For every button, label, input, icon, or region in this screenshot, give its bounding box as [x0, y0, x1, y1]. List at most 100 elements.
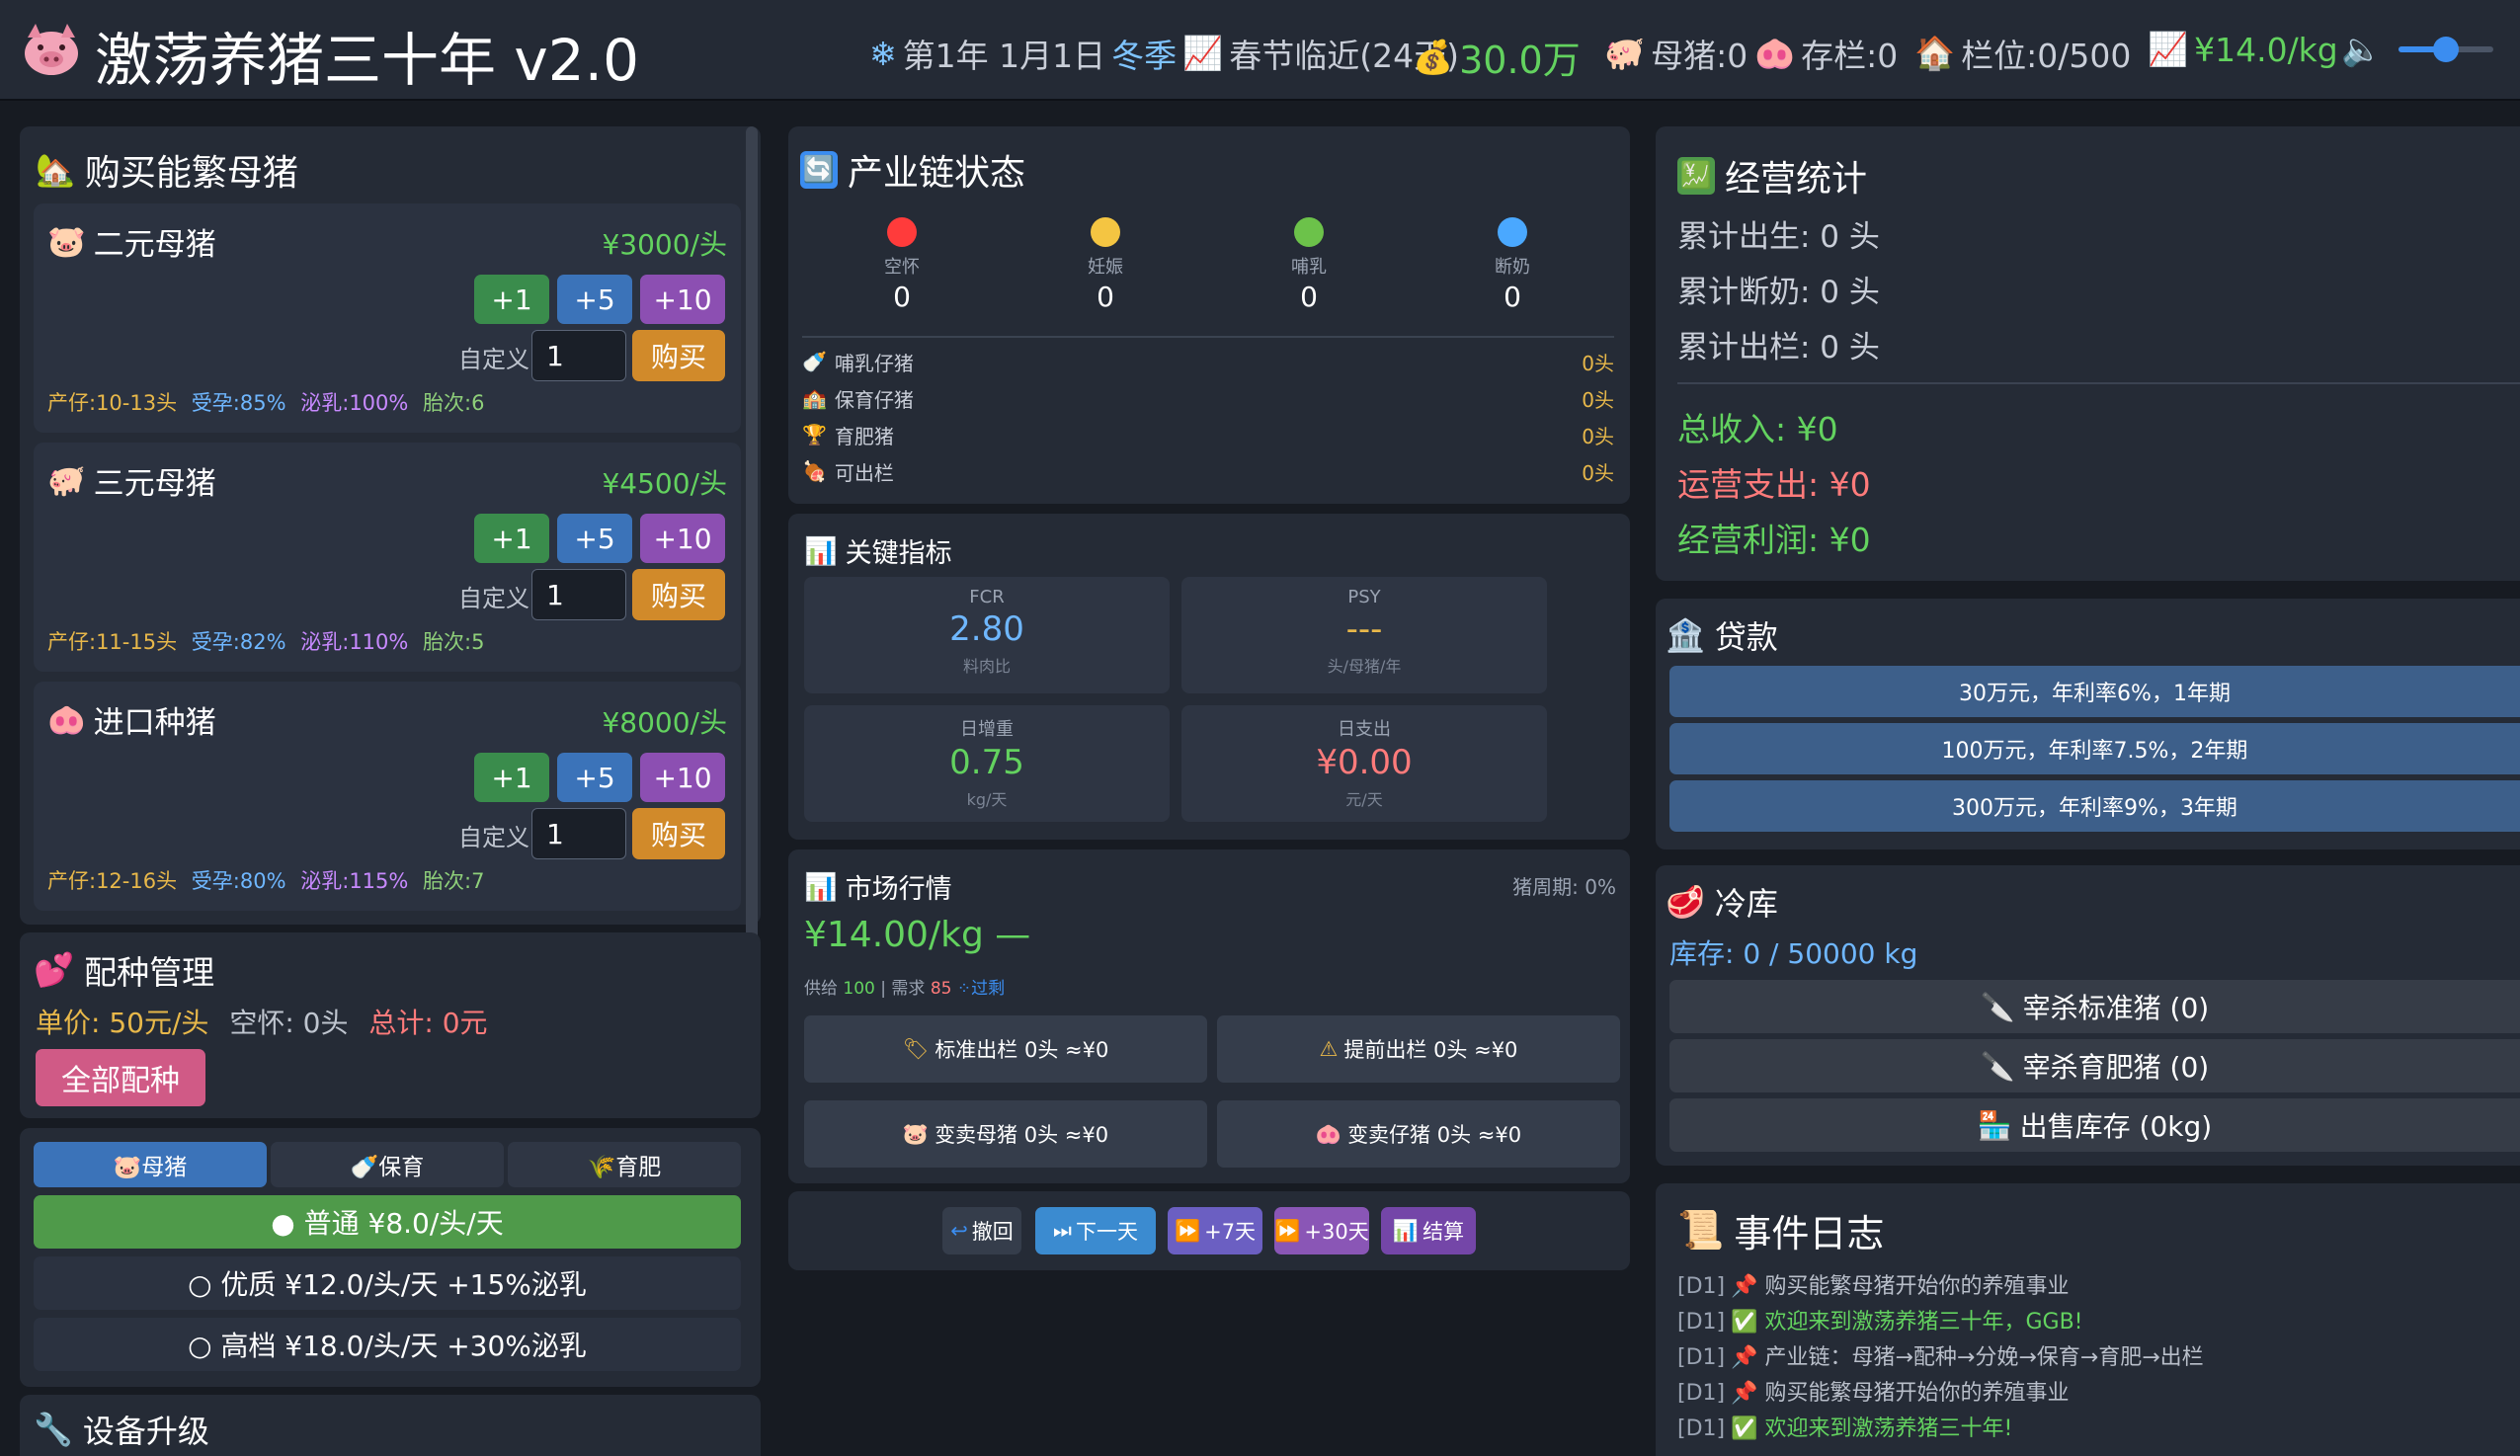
sow-conception: 受孕:82% [191, 630, 286, 654]
buy-button[interactable]: 购买 [632, 569, 725, 620]
sow-count: 🐖 母猪:0 [1604, 30, 1748, 77]
tab-sow-feed[interactable]: 🐷母猪 [34, 1142, 267, 1187]
event-log-title-text: 事件日志 [1734, 1212, 1885, 1255]
stage-4: 断奶 0 [1453, 217, 1572, 313]
knife-icon: 🔪 [1980, 990, 2015, 1023]
meat-icon: 🥩 [1666, 883, 1705, 921]
supply-demand: 供给 100 | 需求 85 ⁘过剩 [804, 974, 1005, 999]
supply-label: 供给 [804, 979, 838, 999]
nursery-icon: 🏫 [802, 386, 827, 410]
chain-row-value: 0头 [1582, 460, 1614, 485]
custom-quantity-input[interactable]: 1 [531, 330, 626, 381]
heart-icon: 💕 [34, 950, 75, 989]
breed-all-button[interactable]: 全部配种 [36, 1049, 205, 1106]
buy-plus-5-button[interactable]: +5 [557, 514, 632, 563]
sow-name: 🐷 二元母猪 [47, 219, 216, 264]
loan-option-300w[interactable]: 300万元，年利率9%，3年期 [1669, 780, 2520, 832]
sell-stock-label: 出售库存 (0kg) [2019, 1110, 2213, 1143]
sell-stock-button[interactable]: 🏪 出售库存 (0kg) [1669, 1098, 2520, 1152]
sow-lactation: 泌乳:100% [300, 391, 409, 415]
sell-piglets-button[interactable]: 🐽 变卖仔猪 0头 ≈¥0 [1217, 1100, 1620, 1168]
buy-plus-1-button[interactable]: +1 [474, 753, 549, 802]
scroll-icon: 📜 [1677, 1208, 1725, 1252]
plus-30-label: +30天 [1304, 1220, 1369, 1244]
buy-plus-1-button[interactable]: +1 [474, 514, 549, 563]
sow-parity: 胎次:6 [423, 391, 485, 415]
pig-nose-icon: 🐽 [1754, 34, 1796, 72]
standard-sale-button[interactable]: 🏷 标准出栏 0头 ≈¥0 [804, 1015, 1207, 1083]
buy-plus-10-button[interactable]: +10 [640, 275, 725, 324]
stat-weaned: 累计断奶: 0 头 [1677, 275, 1880, 310]
stage-label: 空怀 [884, 257, 920, 278]
sow-litter: 产仔:12-16头 [47, 869, 178, 893]
standard-sale-label: 标准出栏 0头 ≈¥0 [935, 1038, 1109, 1062]
loan-option-100w[interactable]: 100万元，年利率7.5%，2年期 [1669, 723, 2520, 774]
cold-storage-title: 🥩 冷库 [1666, 879, 1778, 925]
feed-option-quality[interactable]: ○ 优质 ¥12.0/头/天 +15%泌乳 [34, 1256, 741, 1310]
bank-icon: 🏦 [1666, 616, 1705, 654]
date-text: 第1年 1月1日 [902, 37, 1106, 75]
buy-plus-10-button[interactable]: +10 [640, 514, 725, 563]
supply-value: 100 [843, 979, 875, 999]
log-day: [D1] [1677, 1345, 1726, 1370]
slaughter-fattening-button[interactable]: 🔪 宰杀育肥猪 (0) [1669, 1039, 2520, 1092]
volume-handle[interactable] [2433, 37, 2459, 62]
stage-value: 0 [893, 281, 911, 313]
kpi-label: PSY [1347, 587, 1381, 607]
price-display: 📈 ¥14.0/kg [2148, 30, 2338, 69]
equipment-title[interactable]: 🔧 设备升级 [34, 1407, 209, 1452]
sow-card: 🐷 二元母猪 ¥3000/头 +1 +5 +10 自定义: 1 购买 产仔:10… [34, 203, 741, 433]
tab-nursery-feed[interactable]: 🍼保育 [271, 1142, 504, 1187]
custom-quantity-input[interactable]: 1 [531, 569, 626, 620]
barn-icon: 🏠 [1914, 34, 1956, 72]
store-icon: 🏪 [1977, 1108, 2012, 1142]
kpi-value: ¥0.00 [1316, 743, 1413, 782]
plus-30-days-button[interactable]: ⏩ +30天 [1274, 1207, 1369, 1254]
cold-storage-panel: 🥩 冷库 库存: 0 / 50000 kg 🔪 宰杀标准猪 (0) 🔪 宰杀育肥猪 … [1656, 865, 2520, 1166]
feed-option-normal[interactable]: ● 普通 ¥8.0/头/天 [34, 1195, 741, 1249]
demand-label: | 需求 [880, 979, 926, 999]
settle-button[interactable]: 📊 结算 [1381, 1207, 1476, 1254]
fast-forward-icon: ⏩ [1274, 1218, 1301, 1243]
knife-icon: 🔪 [1980, 1049, 2015, 1083]
loan-option-30w[interactable]: 30万元，年利率6%，1年期 [1669, 666, 2520, 717]
buy-button[interactable]: 购买 [632, 330, 725, 381]
sow-name: 🐖 三元母猪 [47, 458, 216, 503]
log-day: [D1] [1677, 1274, 1726, 1299]
buy-plus-5-button[interactable]: +5 [557, 275, 632, 324]
undo-button[interactable]: ↩ 撤回 [942, 1207, 1021, 1254]
next-day-button[interactable]: ⏭ 下一天 [1035, 1207, 1156, 1254]
chain-row-value: 0头 [1582, 424, 1614, 448]
price-text: ¥14.0/kg [2194, 30, 2338, 69]
kpi-label: 日增重 [960, 719, 1014, 740]
kpi-unit: 元/天 [1345, 790, 1383, 809]
buy-button[interactable]: 购买 [632, 808, 725, 859]
slaughter-standard-button[interactable]: 🔪 宰杀标准猪 (0) [1669, 980, 2520, 1033]
buy-plus-10-button[interactable]: +10 [640, 753, 725, 802]
feed-option-premium[interactable]: ○ 高档 ¥18.0/头/天 +30%泌乳 [34, 1318, 741, 1371]
breeding-empty: 空怀: 0头 [229, 1007, 349, 1039]
volume-slider[interactable] [2398, 37, 2493, 62]
log-text: ✅ 欢迎来到激荡养猪三十年，GGB! [1731, 1310, 2083, 1335]
chain-row: 🏆 育肥猪 0头 [802, 419, 1614, 450]
plus-7-days-button[interactable]: ⏩ +7天 [1168, 1207, 1262, 1254]
kpi-value: --- [1345, 609, 1383, 649]
buy-plus-5-button[interactable]: +5 [557, 753, 632, 802]
sell-sows-button[interactable]: 🐷 变卖母猪 0头 ≈¥0 [804, 1100, 1207, 1168]
stat-income: 总收入: ¥0 [1677, 410, 1838, 448]
early-sale-button[interactable]: ⚠ 提前出栏 0头 ≈¥0 [1217, 1015, 1620, 1083]
sell-sows-label: 变卖母猪 0头 ≈¥0 [935, 1123, 1109, 1147]
speaker-icon[interactable]: 🔈 [2341, 30, 2382, 69]
sow-price: ¥3000/头 [602, 228, 727, 261]
chain-row-label: 育肥猪 [834, 424, 894, 448]
custom-quantity-input[interactable]: 1 [531, 808, 626, 859]
tab-fattening-feed[interactable]: 🌾育肥 [508, 1142, 741, 1187]
money-text: 30.0万 [1459, 39, 1581, 82]
buy-panel-title: 🏡 购买能繁母猪 [36, 144, 298, 196]
next-day-label: 下一天 [1075, 1220, 1138, 1244]
buy-plus-1-button[interactable]: +1 [474, 275, 549, 324]
top-bar: 激荡养猪三十年 v2.0 ❄ 第1年 1月1日 冬季 📈 春节临近(24天) 💰… [0, 0, 2520, 101]
stage-1: 空怀 0 [843, 217, 961, 313]
kpi-value: 2.80 [949, 609, 1024, 649]
kpi-box: PSY --- 头/母猪/年 [1181, 577, 1547, 693]
